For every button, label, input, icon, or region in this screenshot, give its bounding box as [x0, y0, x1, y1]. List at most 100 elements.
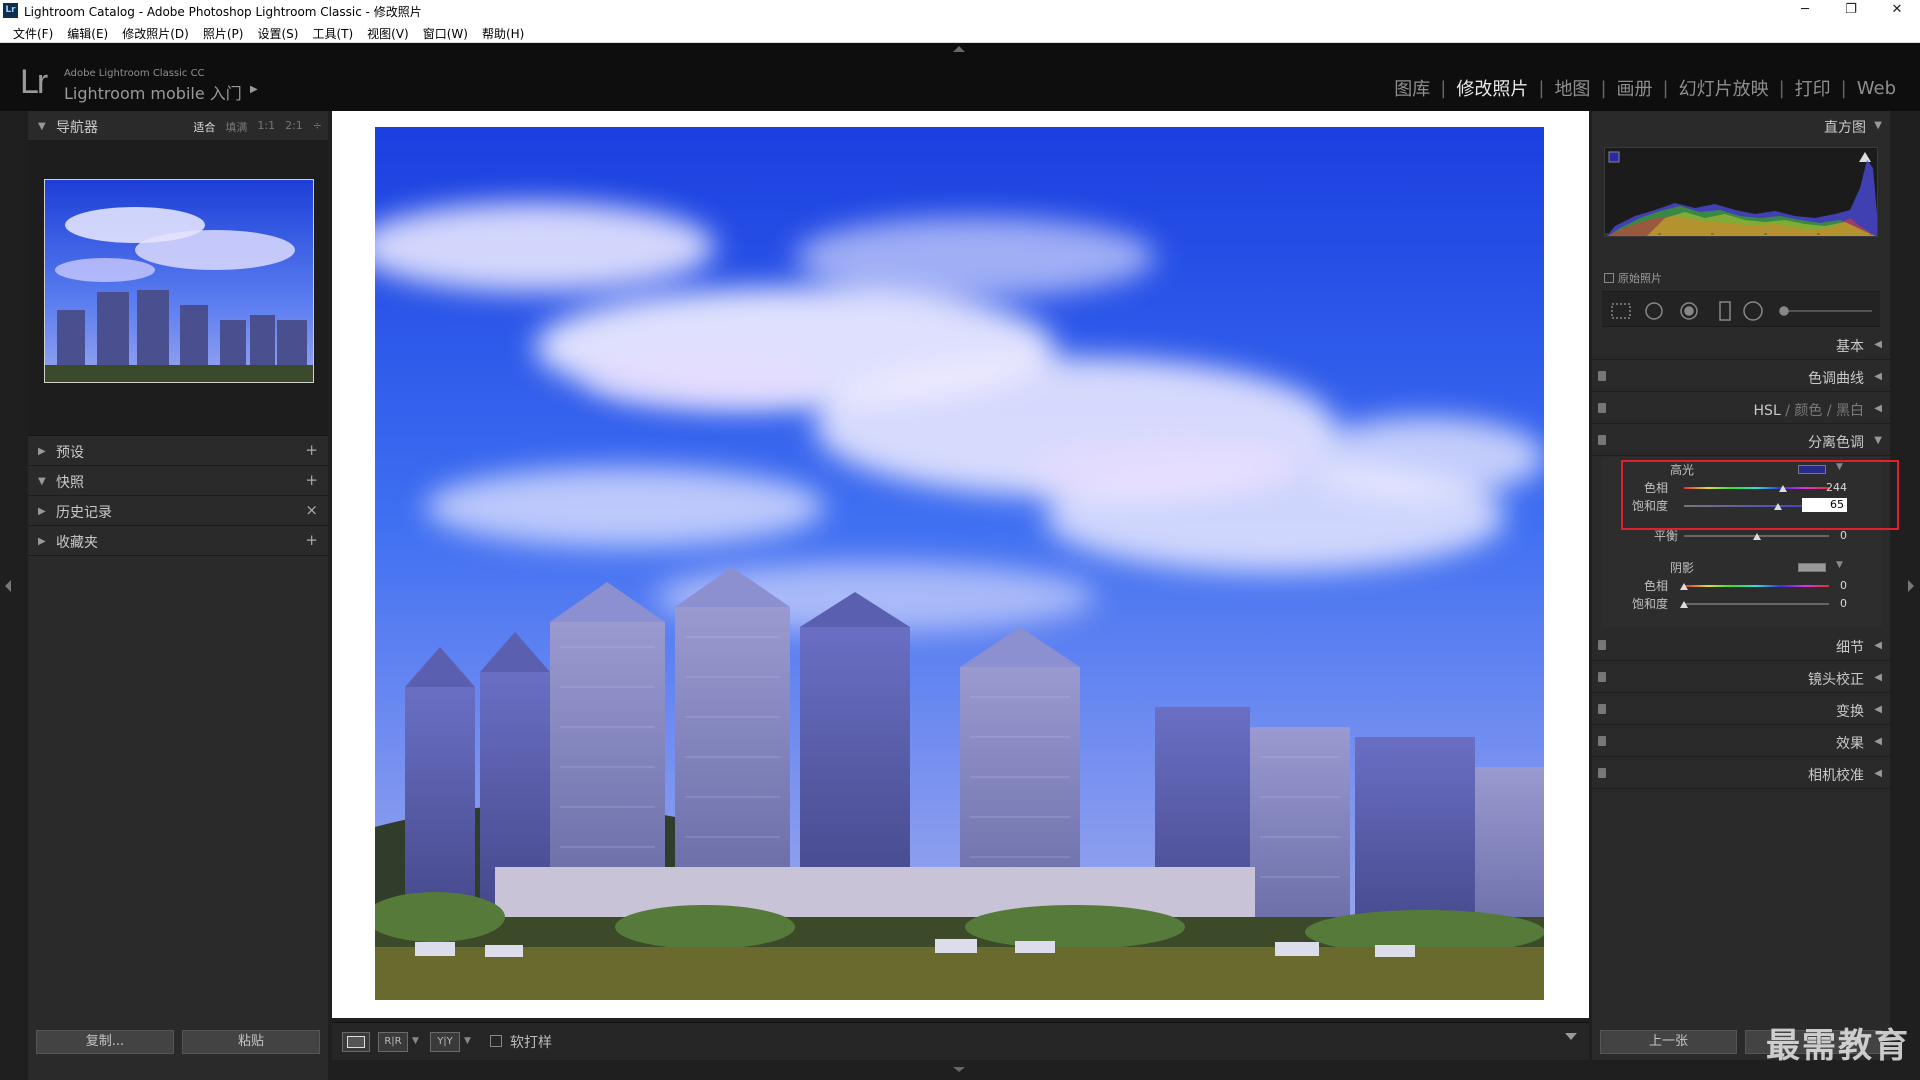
collapse-top-arrow-icon[interactable]: [953, 46, 965, 52]
balance-value[interactable]: 0: [1807, 529, 1847, 542]
section-toggle-icon[interactable]: [1598, 435, 1606, 445]
menu-window[interactable]: 窗口(W): [416, 22, 475, 42]
previous-button[interactable]: 上一张: [1600, 1030, 1737, 1054]
menu-settings[interactable]: 设置(S): [250, 22, 305, 42]
zoom-2-1[interactable]: 2:1: [285, 119, 303, 135]
paste-settings-button[interactable]: 粘贴: [182, 1030, 320, 1054]
toolbar-menu-arrow-icon[interactable]: [1565, 1033, 1577, 1040]
presets-header[interactable]: ▶ 预设 +: [28, 436, 328, 466]
collapse-triangle-icon: ▶: [38, 446, 46, 457]
module-print[interactable]: 打印: [1785, 75, 1841, 101]
before-after-lr-button[interactable]: R|R: [378, 1032, 408, 1052]
collapse-triangle-icon: ◀: [1874, 403, 1882, 414]
shadow-hue-knob[interactable]: [1680, 583, 1688, 590]
section-toggle-icon[interactable]: [1598, 704, 1606, 714]
menu-edit[interactable]: 编辑(E): [60, 22, 115, 42]
tab-color[interactable]: 颜色: [1794, 403, 1822, 419]
hsl-section-header[interactable]: HSL / 颜色 / 黑白 ◀: [1592, 394, 1890, 424]
collapse-left-arrow-icon[interactable]: [5, 580, 11, 592]
module-develop[interactable]: 修改照片: [1446, 75, 1538, 101]
tone-curve-section-header[interactable]: 色调曲线 ◀: [1592, 362, 1890, 392]
collapse-right-arrow-icon[interactable]: [1908, 580, 1914, 592]
lens-correction-section-header[interactable]: 镜头校正 ◀: [1592, 663, 1890, 693]
menu-view[interactable]: 视图(V): [360, 22, 416, 42]
softproof-checkbox[interactable]: [490, 1035, 502, 1047]
original-photo-toggle[interactable]: 原始照片: [1604, 270, 1662, 286]
calibration-section-header[interactable]: 相机校准 ◀: [1592, 759, 1890, 789]
collections-header[interactable]: ▶ 收藏夹 +: [28, 526, 328, 556]
collapse-bottom-arrow-icon[interactable]: [953, 1067, 965, 1072]
crop-tool-icon[interactable]: [1612, 303, 1630, 317]
module-map[interactable]: 地图: [1544, 75, 1600, 101]
left-panel-empty: [28, 556, 328, 1080]
ba-dropdown-icon[interactable]: ▼: [412, 1036, 419, 1046]
history-header[interactable]: ▶ 历史记录 ×: [28, 496, 328, 526]
loupe-view-button[interactable]: [342, 1032, 370, 1052]
original-photo-checkbox[interactable]: [1604, 273, 1614, 283]
shadow-saturation-value[interactable]: 0: [1807, 597, 1847, 610]
adjustment-brush-slider[interactable]: [1782, 303, 1872, 317]
navigator-header[interactable]: ▼ 导航器 适合 填满 1:1 2:1 ÷: [28, 111, 328, 141]
main-photo[interactable]: [375, 127, 1544, 1000]
section-toggle-icon[interactable]: [1598, 371, 1606, 381]
section-toggle-icon[interactable]: [1598, 736, 1606, 746]
split-toning-section-header[interactable]: 分离色调 ▼: [1592, 426, 1890, 456]
tab-hsl[interactable]: HSL: [1754, 403, 1781, 419]
add-snapshot-button[interactable]: +: [305, 471, 318, 489]
ba2-dropdown-icon[interactable]: ▼: [464, 1036, 471, 1046]
graduated-filter-tool-icon[interactable]: [1720, 301, 1730, 319]
menu-tools[interactable]: 工具(T): [305, 22, 360, 42]
red-eye-tool-icon[interactable]: [1681, 302, 1697, 318]
detail-section-header[interactable]: 细节 ◀: [1592, 631, 1890, 661]
softproof-label: 软打样: [510, 1035, 552, 1051]
before-after-tb-button[interactable]: Y|Y: [430, 1032, 460, 1052]
restore-button[interactable]: ❐: [1828, 0, 1874, 22]
app-icon: Lr: [3, 3, 18, 18]
histogram-header[interactable]: 直方图 ▼: [1592, 111, 1890, 141]
basic-section-header[interactable]: 基本 ◀: [1592, 330, 1890, 360]
zoom-1-1[interactable]: 1:1: [257, 119, 275, 135]
transform-section-header[interactable]: 变换 ◀: [1592, 695, 1890, 725]
tab-bw[interactable]: 黑白: [1836, 403, 1864, 419]
expand-triangle-icon: ▼: [38, 476, 46, 487]
zoom-stepper[interactable]: ÷: [313, 119, 322, 135]
shadow-hue-value[interactable]: 0: [1807, 579, 1847, 592]
module-book[interactable]: 画册: [1607, 75, 1663, 101]
menu-develop[interactable]: 修改照片(D): [115, 22, 196, 42]
shadow-saturation-knob[interactable]: [1680, 601, 1688, 608]
play-arrow-icon[interactable]: ▶: [250, 84, 258, 95]
add-preset-button[interactable]: +: [305, 441, 318, 459]
section-toggle-icon[interactable]: [1598, 403, 1606, 413]
menu-bar: 文件(F) 编辑(E) 修改照片(D) 照片(P) 设置(S) 工具(T) 视图…: [0, 22, 1920, 43]
module-slideshow[interactable]: 幻灯片放映: [1669, 75, 1779, 101]
zoom-fit[interactable]: 适合: [193, 119, 215, 135]
minimize-button[interactable]: ─: [1782, 0, 1828, 22]
menu-photo[interactable]: 照片(P): [196, 22, 251, 42]
history-label: 历史记录: [56, 505, 112, 521]
snapshots-header[interactable]: ▼ 快照 +: [28, 466, 328, 496]
collapse-triangle-icon: ◀: [1874, 704, 1882, 715]
identity-mobile-link[interactable]: Lightroom mobile 入门: [64, 80, 242, 104]
effects-section-header[interactable]: 效果 ◀: [1592, 727, 1890, 757]
module-library[interactable]: 图库: [1384, 75, 1440, 101]
copy-settings-button[interactable]: 复制...: [36, 1030, 174, 1054]
clear-history-button[interactable]: ×: [305, 501, 318, 519]
add-collection-button[interactable]: +: [305, 531, 318, 549]
spot-removal-tool-icon[interactable]: [1646, 302, 1662, 318]
menu-file[interactable]: 文件(F): [6, 22, 60, 42]
expand-triangle-icon: ▼: [1874, 435, 1882, 446]
histogram-graph[interactable]: [1604, 147, 1878, 237]
calibration-label: 相机校准: [1808, 768, 1864, 784]
balance-knob[interactable]: [1752, 533, 1761, 540]
radial-filter-tool-icon[interactable]: [1744, 301, 1762, 319]
section-toggle-icon[interactable]: [1598, 672, 1606, 682]
zoom-fill[interactable]: 填满: [225, 119, 247, 135]
section-toggle-icon[interactable]: [1598, 640, 1606, 650]
shadows-color-swatch[interactable]: [1798, 563, 1826, 572]
shadows-dropdown-icon[interactable]: ▼: [1836, 560, 1843, 570]
close-button[interactable]: ✕: [1874, 0, 1920, 22]
section-toggle-icon[interactable]: [1598, 768, 1606, 778]
navigator-thumbnail[interactable]: [44, 179, 314, 383]
module-web[interactable]: Web: [1847, 78, 1906, 99]
menu-help[interactable]: 帮助(H): [475, 22, 531, 42]
